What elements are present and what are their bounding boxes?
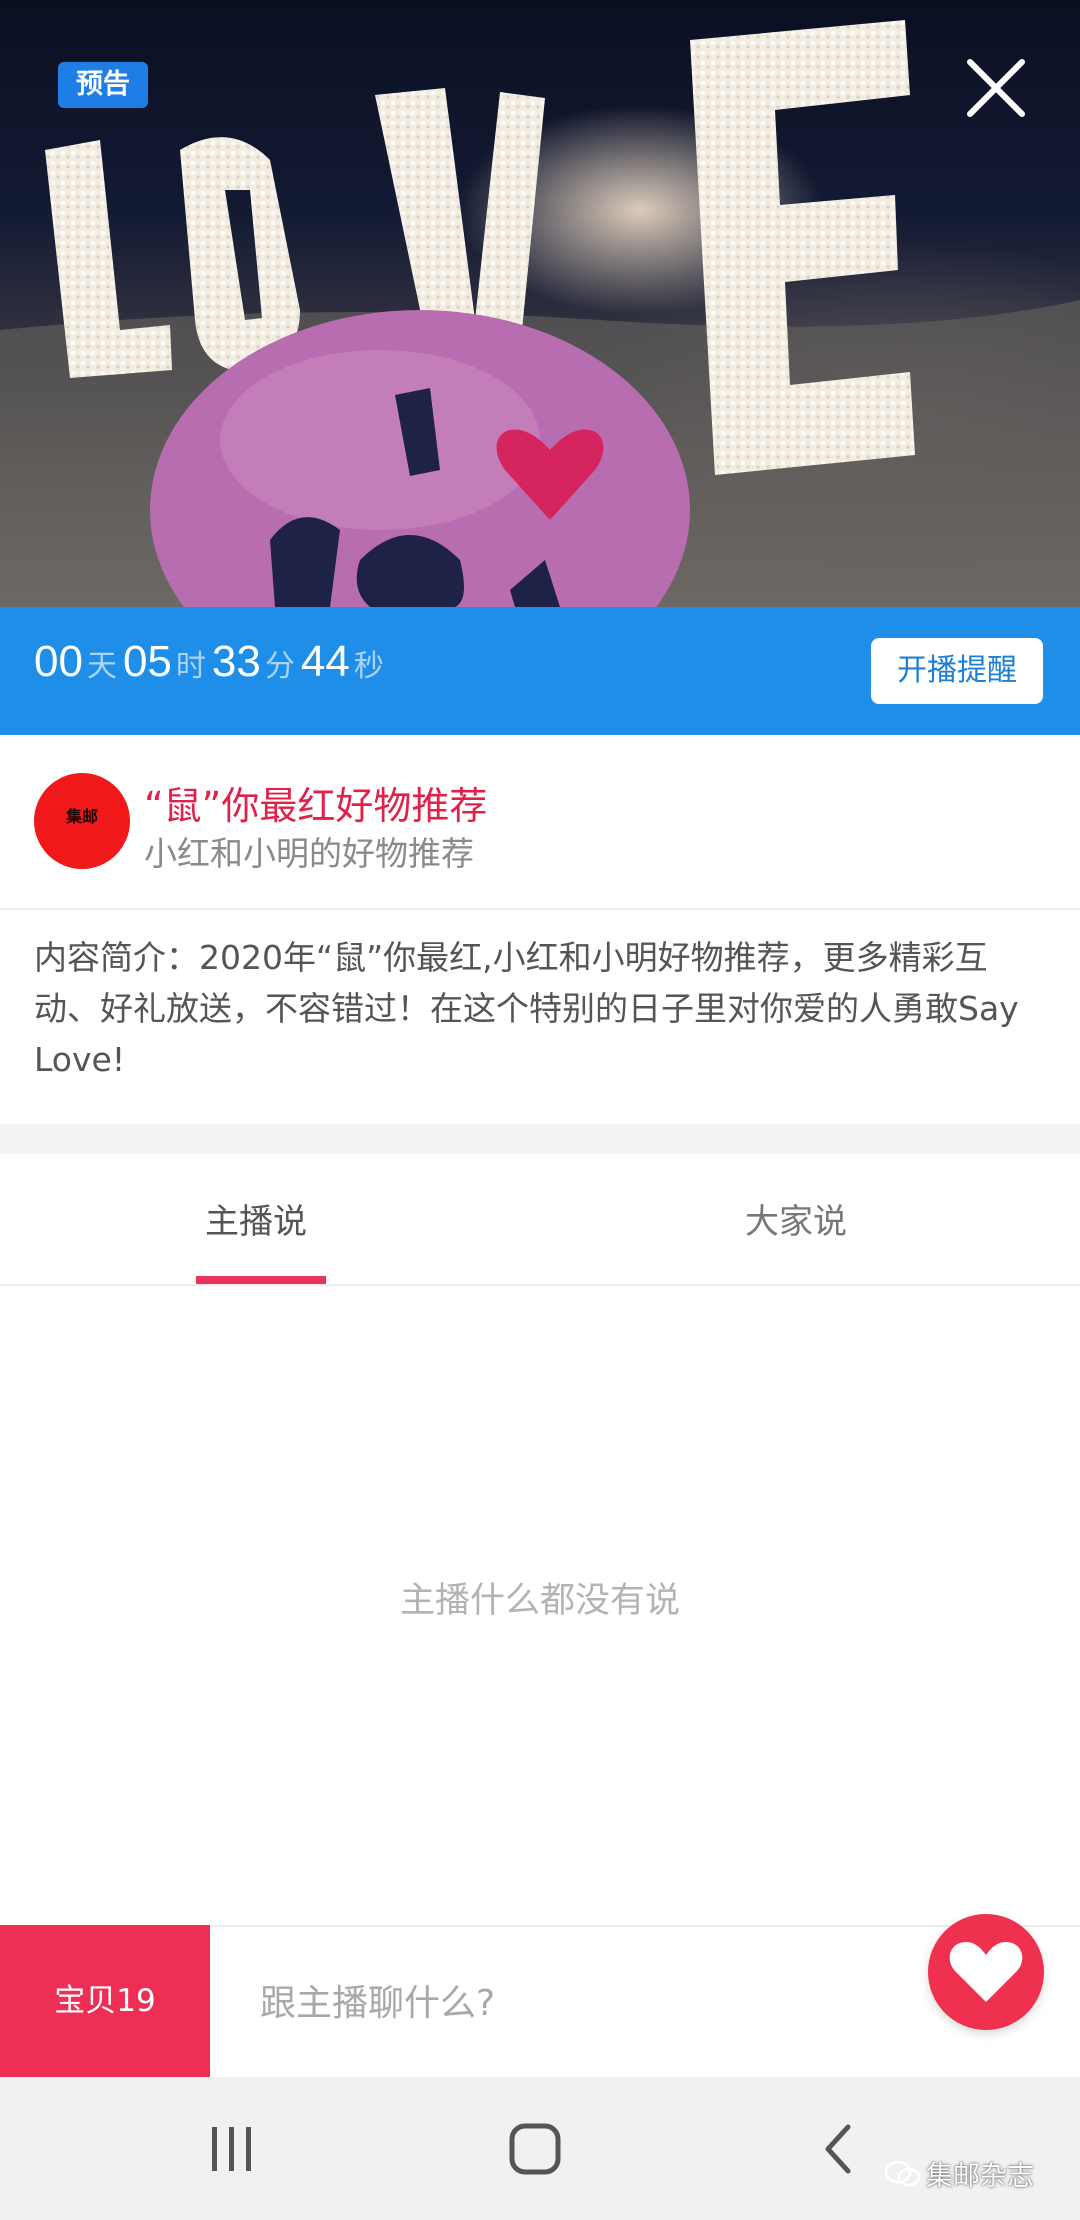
host-name: 小红和小明的好物推荐 <box>144 834 474 873</box>
divider <box>0 908 1080 910</box>
section-separator <box>0 1124 1080 1154</box>
empty-state-message: 主播什么都没有说 <box>399 1581 680 1621</box>
avatar-logo-text: 集邮 <box>65 807 98 826</box>
host-info: 集邮 “鼠”你最红好物推荐 小红和小明的好物推荐 <box>0 735 1080 908</box>
divider <box>0 1284 1080 1286</box>
chat-input[interactable] <box>258 1972 902 2034</box>
home-button[interactable] <box>508 2121 562 2181</box>
like-button[interactable] <box>928 1914 1044 2030</box>
countdown-seconds: 44 <box>300 637 350 686</box>
countdown-days: 00 <box>34 637 83 686</box>
watermark: 集邮杂志 <box>884 2154 1034 2193</box>
tab-everyone-says[interactable]: 大家说 <box>745 1194 847 1243</box>
live-reminder-button[interactable]: 开播提醒 <box>871 638 1043 704</box>
cover-image: 预告 <box>0 0 1080 607</box>
recent-apps-icon <box>212 2127 251 2171</box>
countdown-minutes: 33 <box>211 637 261 686</box>
live-description: 内容简介：2020年“鼠”你最红,小红和小明好物推荐，更多精彩互动、好礼放送，不… <box>34 938 1019 1079</box>
heart-icon <box>949 1942 1023 2002</box>
tab-bar: 主播说 大家说 <box>0 1154 1080 1284</box>
active-tab-indicator <box>196 1276 326 1284</box>
watermark-text: 集邮杂志 <box>926 2161 1034 2192</box>
close-icon <box>967 59 1025 117</box>
cover-illustration <box>0 20 1080 607</box>
countdown-hours-unit: 时 <box>175 649 206 684</box>
countdown-seconds-unit: 秒 <box>353 649 384 684</box>
recent-apps-button[interactable] <box>208 2123 256 2179</box>
preview-badge: 预告 <box>58 62 148 108</box>
home-icon <box>509 2123 561 2175</box>
tab-host-says[interactable]: 主播说 <box>205 1194 307 1243</box>
countdown-timer: 00 天 05 时 33 分 44 秒 <box>34 637 390 707</box>
live-title: “鼠”你最红好物推荐 <box>144 784 488 828</box>
countdown-hours: 05 <box>122 637 172 686</box>
system-nav-bar: 集邮杂志 <box>0 2077 1080 2220</box>
host-avatar[interactable]: 集邮 <box>34 773 130 869</box>
products-button[interactable]: 宝贝19 <box>0 1925 210 2077</box>
back-icon <box>825 2124 851 2174</box>
wechat-icon <box>884 2160 921 2186</box>
countdown-minutes-unit: 分 <box>264 649 295 684</box>
close-button[interactable] <box>960 52 1032 124</box>
countdown-days-unit: 天 <box>86 649 117 684</box>
back-button[interactable] <box>820 2123 856 2179</box>
countdown-bar: 00 天 05 时 33 分 44 秒 开播提醒 <box>0 607 1080 735</box>
